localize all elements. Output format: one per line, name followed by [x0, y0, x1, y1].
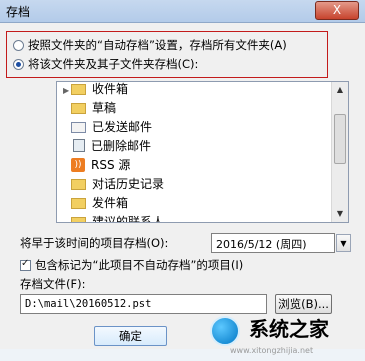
archive-date-combo[interactable]: 2016/5/12 (周四): [211, 233, 335, 253]
radio-auto-archive-all-label: 按照文件夹的“自动存档”设置，存档所有文件夹(A): [28, 38, 287, 52]
watermark-brand: 系统之家: [249, 317, 329, 341]
folder-deleted[interactable]: 已删除邮件: [71, 136, 151, 155]
watermark-logo: 系统之家 www.xitongzhijia.net: [202, 311, 360, 357]
scroll-up-icon[interactable]: ▲: [332, 82, 348, 98]
rss-icon: )): [71, 157, 85, 172]
archive-date-value: 2016/5/12 (周四): [216, 238, 307, 251]
globe-icon: [210, 316, 240, 346]
folder-icon: [71, 198, 86, 209]
folder-rss[interactable]: )) RSS 源: [71, 155, 130, 174]
vertical-scrollbar[interactable]: ▲ ▼: [331, 82, 348, 222]
watermark-url: www.xitongzhijia.net: [230, 346, 314, 355]
envelope-icon: [71, 122, 86, 133]
folder-tree[interactable]: ▶ 收件箱 草稿 已发送邮件 已删除邮件 )) RSS 源 对话历史记录 发件箱: [56, 81, 349, 223]
folder-sent[interactable]: 已发送邮件: [71, 117, 152, 136]
folder-inbox[interactable]: 收件箱: [71, 82, 128, 98]
radio-auto-archive-all-indicator[interactable]: [13, 39, 24, 51]
folder-icon: [71, 84, 86, 95]
chevron-down-icon[interactable]: ▼: [336, 234, 351, 252]
include-no-autoarchive-checkbox[interactable]: 包含标记为“此项目不自动存档”的项目(I): [20, 257, 243, 273]
checkbox-indicator[interactable]: [20, 258, 31, 271]
include-no-autoarchive-label: 包含标记为“此项目不自动存档”的项目(I): [35, 258, 244, 272]
radio-archive-folder-indicator[interactable]: [13, 58, 24, 70]
archive-date-label: 将早于该时间的项目存档(O):: [20, 236, 169, 250]
folder-icon: [71, 179, 86, 190]
radio-archive-folder[interactable]: 将该文件夹及其子文件夹存档(C):: [13, 56, 198, 72]
trash-icon: [73, 139, 85, 152]
scroll-thumb[interactable]: [334, 114, 346, 164]
radio-auto-archive-all[interactable]: 按照文件夹的“自动存档”设置，存档所有文件夹(A): [13, 37, 287, 53]
folder-outbox[interactable]: 发件箱: [71, 193, 128, 212]
ok-button[interactable]: 确定: [94, 326, 167, 346]
archive-file-label: 存档文件(F):: [20, 277, 86, 291]
folder-suggested-contacts[interactable]: 建议的联系人: [71, 212, 164, 222]
close-button[interactable]: X: [315, 1, 359, 20]
folder-drafts[interactable]: 草稿: [71, 98, 116, 117]
radio-archive-folder-label: 将该文件夹及其子文件夹存档(C):: [28, 57, 199, 71]
window-title: 存档: [6, 5, 31, 19]
folder-icon: [71, 103, 86, 114]
folder-icon: [71, 217, 86, 222]
folder-conversation-history[interactable]: 对话历史记录: [71, 174, 164, 193]
expand-arrow-icon[interactable]: ▶: [63, 86, 69, 95]
archive-mode-group: 按照文件夹的“自动存档”设置，存档所有文件夹(A) 将该文件夹及其子文件夹存档(…: [6, 31, 328, 78]
title-bar: 存档 X: [0, 0, 365, 23]
scroll-down-icon[interactable]: ▼: [332, 206, 348, 222]
